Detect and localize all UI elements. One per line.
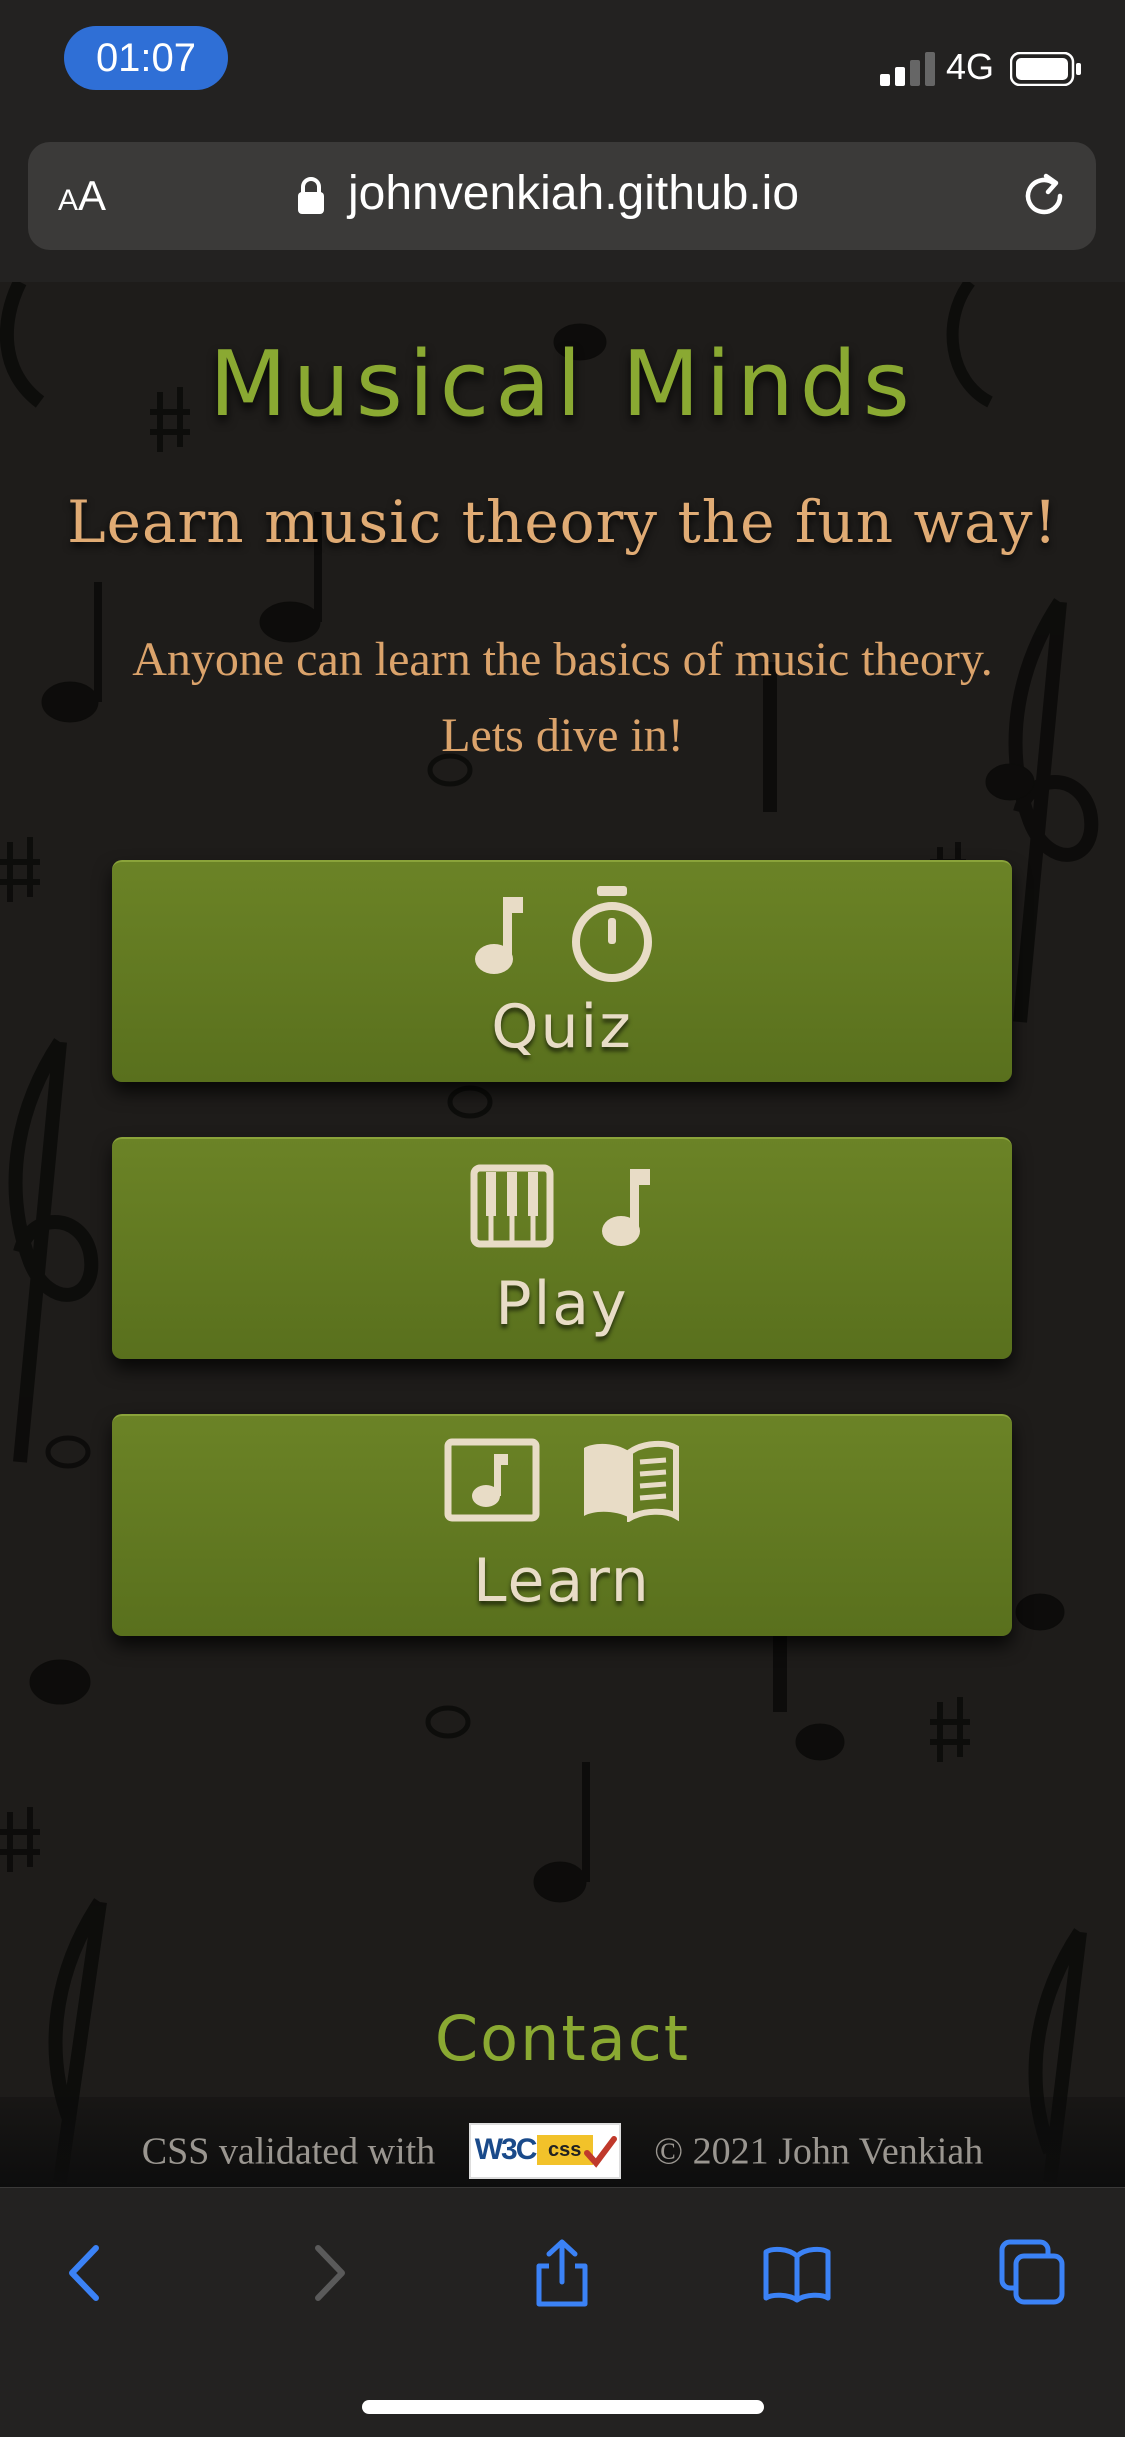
tabs-icon[interactable] [998, 2238, 1068, 2308]
book-icon [584, 1440, 680, 1522]
play-button-icons [112, 1161, 1012, 1261]
forward-icon[interactable] [292, 2238, 362, 2308]
w3c-logo-text: W3C [474, 2133, 538, 2166]
back-icon[interactable] [52, 2238, 122, 2308]
w3c-css-badge[interactable]: W3C css [468, 2123, 621, 2179]
bookmarks-icon[interactable] [762, 2238, 832, 2308]
intro-line: Anyone can learn the basics of music the… [132, 633, 993, 686]
quiz-button[interactable]: Quiz [112, 860, 1012, 1082]
page-tagline: Learn music theory the fun way! [67, 488, 1058, 556]
browser-address-area: AA johnvenkiah.github.io [0, 140, 1125, 282]
intro-text: Anyone can learn the basics of music the… [40, 622, 1085, 774]
play-button-label: Play [495, 1269, 629, 1339]
page-footer: CSS validated with W3C css © 2021 John V… [0, 2097, 1125, 2187]
battery-icon [1010, 52, 1081, 86]
music-note-square-icon [444, 1438, 540, 1522]
piano-keys-icon [470, 1164, 554, 1248]
status-time: 01:07 [64, 26, 228, 90]
web-page: Musical Minds Learn music theory the fun… [0, 282, 1125, 2187]
copyright-text: © 2021 John Venkiah [654, 2130, 984, 2173]
css-validated-text: CSS validated with [141, 2130, 436, 2173]
checkmark-icon [583, 2136, 617, 2168]
cellular-signal-icon [880, 52, 935, 86]
quiz-button-label: Quiz [491, 992, 633, 1062]
stopwatch-icon [572, 886, 653, 982]
share-icon[interactable] [527, 2238, 597, 2308]
lock-icon [298, 177, 324, 214]
music-note-icon [474, 897, 523, 974]
status-bar: 01:07 4G [0, 0, 1125, 140]
page-title: Musical Minds [209, 332, 916, 437]
text-size-button[interactable]: AA [58, 172, 106, 220]
url-text: johnvenkiah.github.io [348, 167, 800, 220]
quiz-button-icons [112, 884, 1012, 984]
address-bar[interactable]: AA johnvenkiah.github.io [28, 142, 1096, 250]
footer-line: CSS validated with W3C css © 2021 John V… [0, 2123, 1125, 2183]
learn-button-icons [112, 1438, 1012, 1538]
learn-button[interactable]: Learn [112, 1414, 1012, 1636]
contact-link[interactable]: Contact [0, 2002, 1125, 2075]
reload-icon[interactable] [1016, 168, 1072, 224]
music-note-icon [602, 1169, 651, 1246]
home-indicator [362, 2400, 764, 2414]
network-type: 4G [946, 46, 995, 87]
learn-button-label: Learn [473, 1546, 651, 1616]
play-button[interactable]: Play [112, 1137, 1012, 1359]
intro-line: Lets dive in! [441, 709, 684, 762]
